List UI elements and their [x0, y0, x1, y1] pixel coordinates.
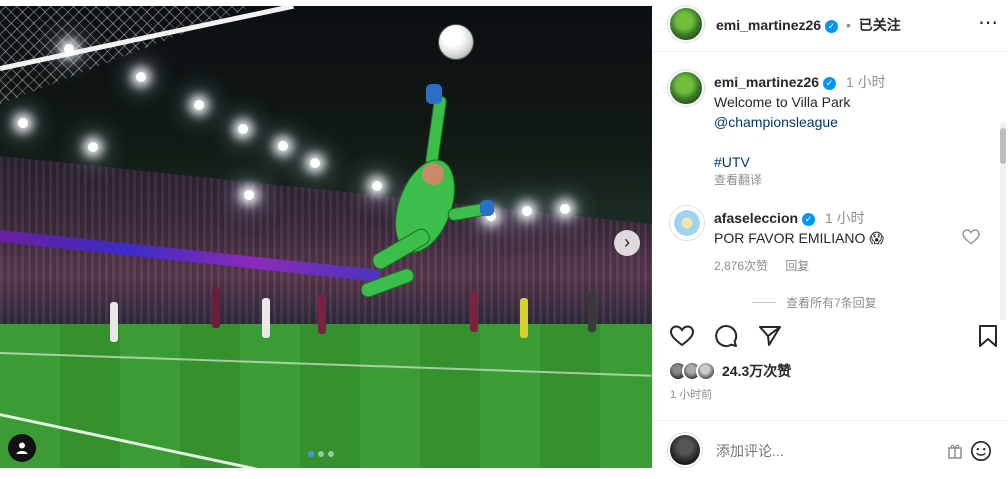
post-side-panel: emi_martinez26 ✓ • 已关注 ⋯ emi_martinez26 ✓ … — [652, 0, 1008, 479]
player — [470, 292, 478, 332]
player — [110, 302, 118, 342]
view-replies-link[interactable]: 查看所有7条回复 — [752, 294, 877, 311]
player — [520, 298, 528, 338]
comment-text: POR FAVOR EMILIANO — [714, 230, 866, 246]
comment-body: POR FAVOR EMILIANO 😱 — [714, 228, 964, 248]
translate-link[interactable]: 查看翻译 — [714, 172, 994, 188]
chevron-right-icon: › — [624, 232, 630, 252]
player — [588, 292, 596, 332]
post-time: 1 小时前 — [670, 389, 713, 401]
comment-likes[interactable]: 2,876次赞 — [714, 259, 768, 273]
action-bar — [652, 320, 1008, 360]
gift-icon[interactable] — [948, 443, 962, 459]
floodlight — [244, 190, 254, 200]
floodlight — [136, 72, 146, 82]
floodlight — [18, 118, 28, 128]
carousel-dot — [308, 451, 314, 457]
floodlight — [522, 206, 532, 216]
comment-time: 1 小时 — [824, 210, 865, 226]
likes-row: 24.3万次赞 — [668, 360, 791, 382]
comment-like-heart-icon[interactable] — [962, 229, 980, 245]
caption-text: Welcome to Villa Park — [714, 94, 851, 110]
post-header: emi_martinez26 ✓ • 已关注 ⋯ — [652, 0, 1008, 52]
header-user-line: emi_martinez26 ✓ • 已关注 — [716, 15, 901, 35]
comment-meta: 2,876次赞 回复 — [714, 256, 964, 276]
verified-badge-icon: ✓ — [802, 213, 816, 226]
comment-reply-button[interactable]: 回复 — [785, 259, 809, 273]
player — [212, 288, 220, 328]
player — [318, 294, 326, 334]
carousel-indicator — [308, 451, 334, 457]
like-button[interactable] — [668, 322, 696, 350]
caption-hashtag[interactable]: #UTV — [714, 152, 994, 172]
floodlight — [194, 100, 204, 110]
scrollbar-thumb[interactable] — [1000, 128, 1006, 164]
header-username[interactable]: emi_martinez26 — [716, 17, 821, 33]
follow-status-button[interactable]: 已关注 — [859, 17, 901, 33]
comment-button[interactable] — [712, 322, 740, 350]
post-photo[interactable]: › — [0, 6, 652, 468]
floodlight — [64, 44, 74, 54]
view-replies-text: 查看所有7条回复 — [786, 296, 877, 310]
verified-badge-icon: ✓ — [823, 77, 837, 90]
tagged-users-button[interactable] — [8, 434, 36, 462]
heart-icon — [670, 325, 694, 347]
carousel-dot — [328, 451, 334, 457]
comment-emoji: 😱 — [869, 230, 884, 246]
current-user-avatar — [668, 433, 702, 467]
carousel-next-button[interactable]: › — [614, 230, 640, 256]
comments-scrollbar[interactable] — [1000, 122, 1006, 320]
paper-plane-icon — [759, 326, 781, 346]
goalkeeper — [360, 84, 494, 298]
comment-input[interactable] — [716, 439, 936, 463]
save-button[interactable] — [974, 322, 1002, 350]
add-comment-bar — [652, 420, 1008, 479]
likes-count[interactable]: 24.3万次赞 — [722, 361, 791, 381]
speech-bubble-icon — [715, 325, 738, 348]
caption-time: 1 小时 — [845, 74, 886, 90]
comments-list[interactable]: emi_martinez26 ✓ 1 小时 Welcome to Villa Pa… — [652, 52, 1008, 320]
person-icon — [16, 442, 28, 454]
floodlight — [88, 142, 98, 152]
comment: afaseleccion ✓ 1 小时 POR FAVOR EMILIANO 😱 … — [714, 208, 964, 276]
player — [262, 298, 270, 338]
floodlight — [278, 141, 288, 151]
football — [438, 24, 474, 60]
floodlight — [310, 158, 320, 168]
emoji-icon[interactable] — [970, 440, 992, 462]
reply-line-divider — [752, 302, 776, 303]
floodlight — [238, 124, 248, 134]
pitch — [0, 324, 652, 468]
caption: emi_martinez26 ✓ 1 小时 Welcome to Villa Pa… — [714, 72, 994, 188]
verified-badge-icon: ✓ — [825, 20, 839, 33]
caption-avatar[interactable] — [668, 70, 704, 106]
avatar[interactable] — [668, 6, 704, 42]
floodlight — [560, 204, 570, 214]
caption-username[interactable]: emi_martinez26 — [714, 74, 819, 90]
header-separator: • — [845, 17, 851, 33]
more-options-icon[interactable]: ⋯ — [978, 10, 998, 35]
caption-header: emi_martinez26 ✓ 1 小时 — [714, 72, 994, 92]
comment-header: afaseleccion ✓ 1 小时 — [714, 208, 964, 228]
liker-avatar — [696, 361, 716, 381]
carousel-dot — [318, 451, 324, 457]
caption-mention[interactable]: @championsleague — [714, 112, 994, 132]
bookmark-icon — [979, 325, 997, 347]
share-button[interactable] — [756, 322, 784, 350]
comment-avatar[interactable] — [670, 206, 704, 240]
comment-username[interactable]: afaseleccion — [714, 210, 798, 226]
